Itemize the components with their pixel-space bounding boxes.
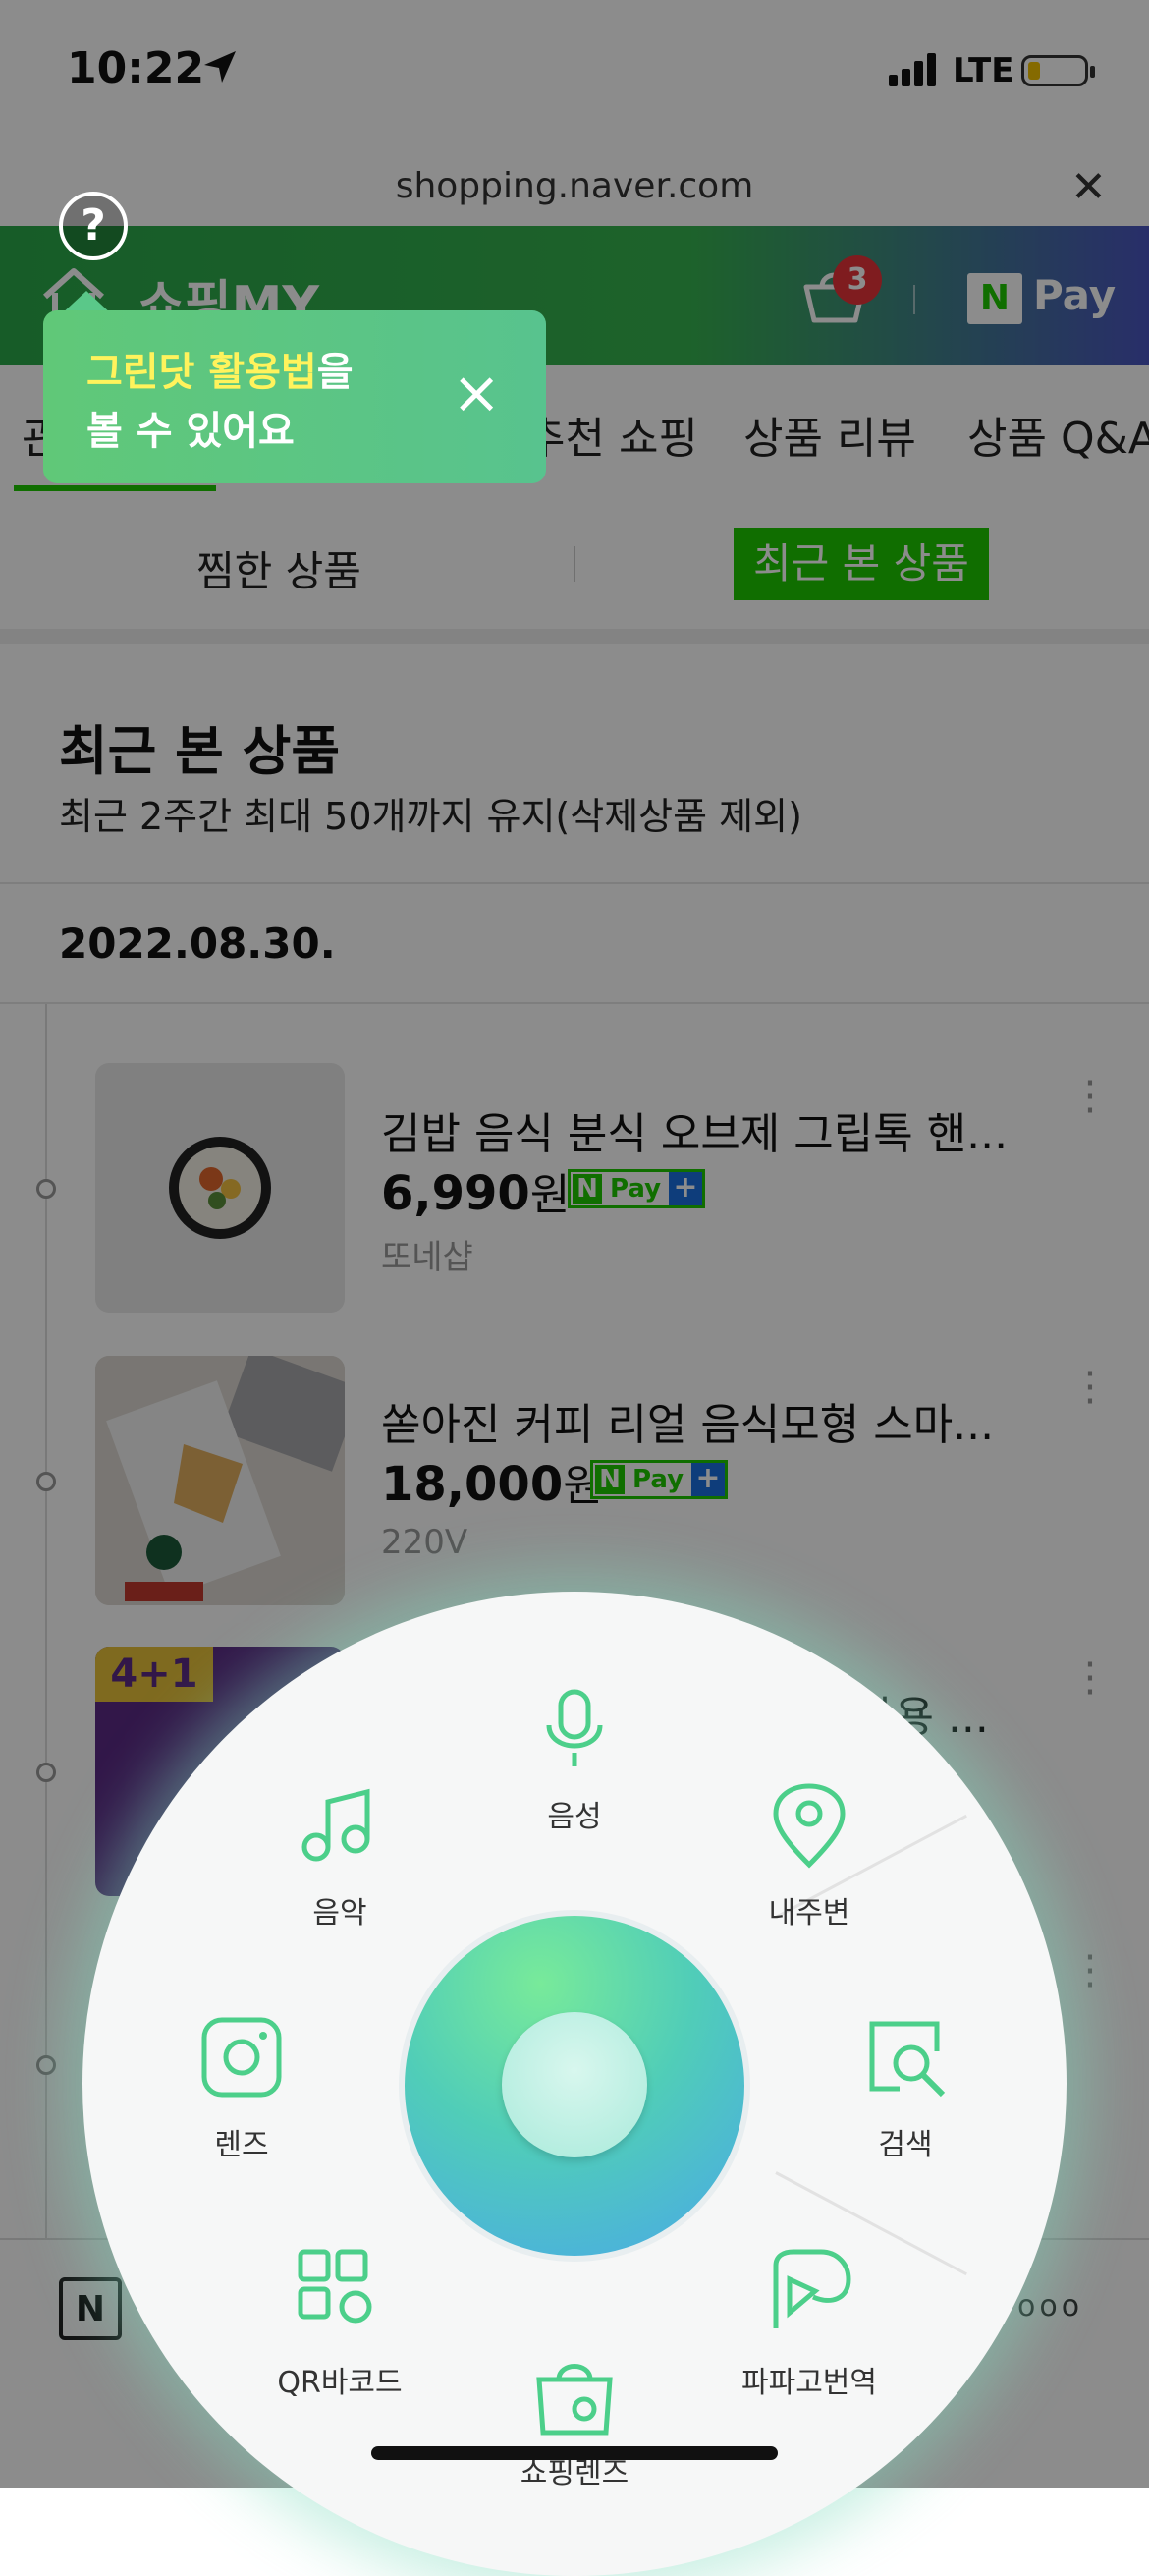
wheel-label-search[interactable]: 검색 bbox=[807, 2120, 1004, 2163]
tooltip-line-2: 볼 수 있어요 bbox=[86, 409, 295, 454]
help-icon[interactable]: ? bbox=[59, 192, 128, 260]
wheel-label-voice[interactable]: 음성 bbox=[476, 1792, 673, 1835]
wheel-label-nearby[interactable]: 내주변 bbox=[711, 1888, 907, 1932]
wheel-label-papago[interactable]: 파파고번역 bbox=[711, 2358, 907, 2401]
qr-code-icon[interactable] bbox=[295, 2246, 385, 2336]
tooltip-line-1: 그린닷 활용법을 bbox=[86, 340, 354, 397]
tooltip-line-1-rest: 을 bbox=[316, 350, 354, 395]
camera-lens-icon[interactable] bbox=[196, 2012, 287, 2102]
greendot-center-button[interactable] bbox=[502, 2012, 647, 2157]
home-indicator[interactable] bbox=[371, 2446, 778, 2460]
microphone-icon[interactable] bbox=[529, 1682, 620, 1772]
shopping-lens-icon[interactable] bbox=[529, 2350, 620, 2440]
tooltip-close-button[interactable]: × bbox=[452, 364, 501, 422]
wheel-label-qr[interactable]: QR바코드 bbox=[242, 2358, 438, 2401]
papago-icon[interactable] bbox=[764, 2246, 854, 2336]
wheel-label-lens[interactable]: 렌즈 bbox=[143, 2120, 340, 2163]
tooltip-highlight: 그린닷 활용법 bbox=[86, 350, 317, 395]
location-pin-icon[interactable] bbox=[764, 1780, 854, 1871]
search-icon[interactable] bbox=[860, 2012, 951, 2102]
wheel-label-music[interactable]: 음악 bbox=[242, 1888, 438, 1932]
music-note-icon[interactable] bbox=[295, 1780, 385, 1871]
